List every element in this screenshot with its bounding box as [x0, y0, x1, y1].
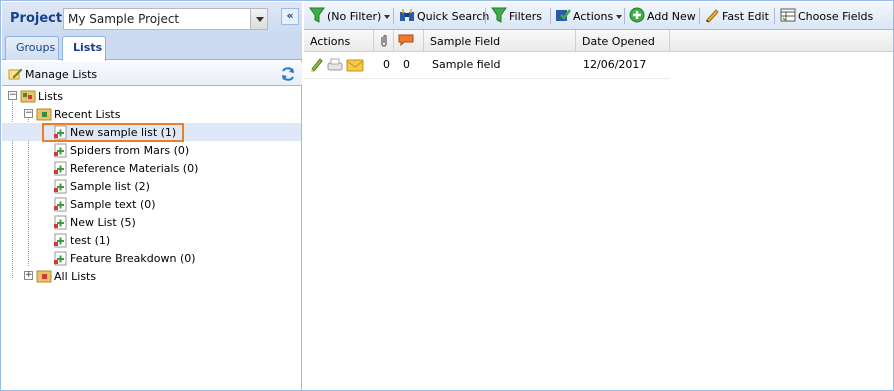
tree-node-lists[interactable]: − Lists [2, 87, 301, 105]
fast-edit-label: Fast Edit [722, 10, 769, 23]
tree-node-list-item[interactable]: Sample text (0) [2, 195, 301, 213]
paperclip-icon [381, 34, 387, 47]
toolbar-separator [485, 8, 486, 24]
date-opened-value: 12/06/2017 [583, 58, 647, 71]
filter-label: (No Filter) [327, 10, 382, 23]
quick-search-label: Quick Search [417, 10, 490, 23]
toolbar-separator [393, 8, 394, 24]
expand-icon[interactable]: + [24, 271, 33, 280]
filter-icon [491, 7, 507, 23]
email-icon[interactable] [346, 58, 364, 72]
tree-node-label: New List (5) [70, 216, 136, 229]
filters-button[interactable]: Filters [491, 7, 547, 25]
column-header-comments[interactable] [394, 30, 424, 52]
grid-header: Actions Sample Field Date Opened [304, 30, 893, 52]
filter-dropdown[interactable]: (No Filter) [309, 7, 391, 25]
project-bar: Project: My Sample Project « [2, 2, 302, 36]
columns-icon [780, 8, 796, 22]
project-select[interactable]: My Sample Project [63, 8, 268, 30]
list-icon [54, 251, 67, 266]
attachments-count: 0 [383, 58, 390, 71]
toolbar-separator [774, 8, 775, 24]
tab-lists[interactable]: Lists [62, 36, 106, 61]
actions-dropdown[interactable]: Actions [555, 7, 623, 25]
tree-node-list-item[interactable]: Feature Breakdown (0) [2, 249, 301, 267]
tree-node-label: Spiders from Mars (0) [70, 144, 190, 157]
column-header-attachments[interactable] [374, 30, 394, 52]
tree-node-label: Lists [38, 90, 63, 103]
tree-node-label: Recent Lists [54, 108, 121, 121]
tree-node-all-lists[interactable]: + All Lists [2, 267, 301, 285]
actions-label: Actions [573, 10, 614, 23]
collapse-icon[interactable]: − [8, 91, 17, 100]
tree-node-label: Sample text (0) [70, 198, 156, 211]
toolbar: (No Filter) Quick Search Filters Actions… [304, 2, 893, 30]
chevron-down-icon[interactable] [250, 9, 267, 29]
manage-lists-bar: Manage Lists [2, 62, 302, 86]
main-panel: (No Filter) Quick Search Filters Actions… [304, 2, 893, 390]
tree-node-list-item[interactable]: New List (5) [2, 213, 301, 231]
left-panel: Project: My Sample Project « Groups List… [2, 2, 302, 390]
binoculars-icon [400, 9, 414, 21]
lists-tree: − Lists − Recent Lists New sample list (… [2, 86, 302, 390]
folder-icon [36, 270, 52, 283]
column-header-actions[interactable]: Actions [304, 30, 374, 52]
comments-count: 0 [403, 58, 410, 71]
app-window: Project: My Sample Project « Groups List… [0, 0, 894, 391]
collapse-panel-button[interactable]: « [281, 8, 299, 25]
project-select-value: My Sample Project [68, 12, 180, 26]
table-row[interactable]: 0 0 Sample field 12/06/2017 [304, 53, 670, 79]
tree-node-label: Sample list (2) [70, 180, 150, 193]
chevron-down-icon [384, 15, 391, 19]
tree-node-list-item[interactable]: Spiders from Mars (0) [2, 141, 301, 159]
list-icon [54, 143, 67, 158]
tree-node-label: All Lists [54, 270, 97, 283]
filters-label: Filters [509, 10, 542, 23]
choose-fields-button[interactable]: Choose Fields [780, 7, 874, 25]
tree-node-list-item[interactable]: Sample list (2) [2, 177, 301, 195]
pencil-icon [706, 9, 719, 23]
quick-search-button[interactable]: Quick Search [399, 7, 489, 25]
folder-icon [36, 108, 52, 121]
selection-highlight [42, 123, 184, 142]
column-header-date-opened[interactable]: Date Opened [576, 30, 670, 52]
column-header-sample-field[interactable]: Sample Field [424, 30, 576, 52]
sample-field-value: Sample field [432, 58, 501, 71]
tree-node-list-item[interactable]: Reference Materials (0) [2, 159, 301, 177]
tab-strip: Groups Lists [2, 36, 302, 61]
manage-lists-link[interactable]: Manage Lists [25, 68, 97, 81]
actions-icon [556, 9, 571, 21]
tree-node-label: Reference Materials (0) [70, 162, 199, 175]
add-new-label: Add New [647, 10, 696, 23]
add-icon [629, 7, 645, 23]
refresh-icon[interactable] [280, 66, 296, 82]
add-new-button[interactable]: Add New [629, 7, 696, 25]
list-icon [54, 179, 67, 194]
tree-node-label: Feature Breakdown (0) [70, 252, 196, 265]
toolbar-separator [550, 8, 551, 24]
tree-node-list-item[interactable]: test (1) [2, 231, 301, 249]
print-icon[interactable] [326, 57, 344, 73]
fast-edit-button[interactable]: Fast Edit [704, 7, 769, 25]
edit-pencil-icon[interactable] [310, 57, 324, 73]
choose-fields-label: Choose Fields [798, 10, 874, 23]
filter-icon [309, 7, 325, 23]
list-icon [54, 215, 67, 230]
pencil-icon [8, 68, 23, 80]
collapse-icon[interactable]: − [24, 109, 33, 118]
folder-icon [20, 90, 36, 103]
tree-node-recent-lists[interactable]: − Recent Lists [2, 105, 301, 123]
list-icon [54, 233, 67, 248]
comment-icon [398, 34, 414, 47]
tab-groups[interactable]: Groups [5, 36, 59, 60]
tree-node-label: test (1) [70, 234, 111, 247]
chevron-down-icon [616, 15, 623, 19]
project-label: Project: [10, 11, 68, 26]
toolbar-separator [624, 8, 625, 24]
toolbar-separator [699, 8, 700, 24]
list-icon [54, 197, 67, 212]
list-icon [54, 161, 67, 176]
